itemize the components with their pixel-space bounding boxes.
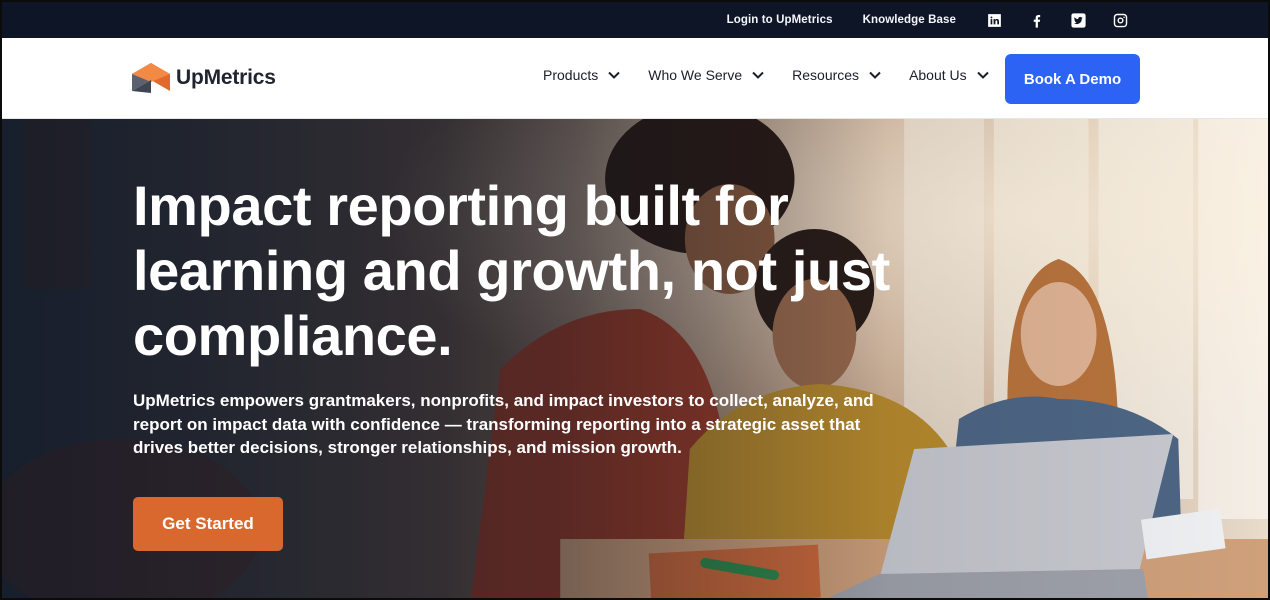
utility-bar: Login to UpMetrics Knowledge Base — [2, 2, 1268, 38]
nav-resources-label: Resources — [792, 67, 860, 83]
nav-about-us[interactable]: About Us — [909, 67, 989, 83]
chevron-down-icon — [869, 71, 881, 79]
social-links — [984, 10, 1130, 30]
facebook-icon[interactable] — [1026, 10, 1046, 30]
knowledge-base-link[interactable]: Knowledge Base — [863, 14, 956, 26]
brand-name: UpMetrics — [176, 66, 276, 89]
instagram-icon[interactable] — [1110, 10, 1130, 30]
nav-who-we-serve-label: Who We Serve — [648, 67, 743, 83]
nav-products[interactable]: Products — [543, 67, 620, 83]
upmetrics-logo-icon — [132, 63, 170, 93]
get-started-button[interactable]: Get Started — [133, 497, 283, 551]
nav-products-label: Products — [543, 67, 599, 83]
chevron-down-icon — [976, 71, 989, 79]
page-frame: Login to UpMetrics Knowledge Base UpMetr… — [0, 0, 1270, 600]
main-nav: Products Who We Serve Resources About Us — [543, 67, 1017, 83]
nav-resources[interactable]: Resources — [792, 67, 881, 83]
chevron-down-icon — [752, 71, 764, 79]
hero-section: Impact reporting built for learning and … — [2, 119, 1268, 598]
brand-logo[interactable]: UpMetrics — [130, 60, 276, 96]
nav-about-us-label: About Us — [909, 67, 967, 83]
login-link[interactable]: Login to UpMetrics — [727, 14, 833, 26]
hero-subtitle: UpMetrics empowers grantmakers, nonprofi… — [133, 391, 874, 457]
nav-who-we-serve[interactable]: Who We Serve — [648, 67, 764, 83]
linkedin-icon[interactable] — [984, 10, 1004, 30]
chevron-down-icon — [608, 71, 620, 79]
hero-title: Impact reporting built for learning and … — [133, 174, 890, 367]
book-demo-button[interactable]: Book A Demo — [1005, 54, 1140, 104]
main-header: UpMetrics Products Who We Serve Resource… — [2, 38, 1268, 119]
twitter-icon[interactable] — [1068, 10, 1088, 30]
